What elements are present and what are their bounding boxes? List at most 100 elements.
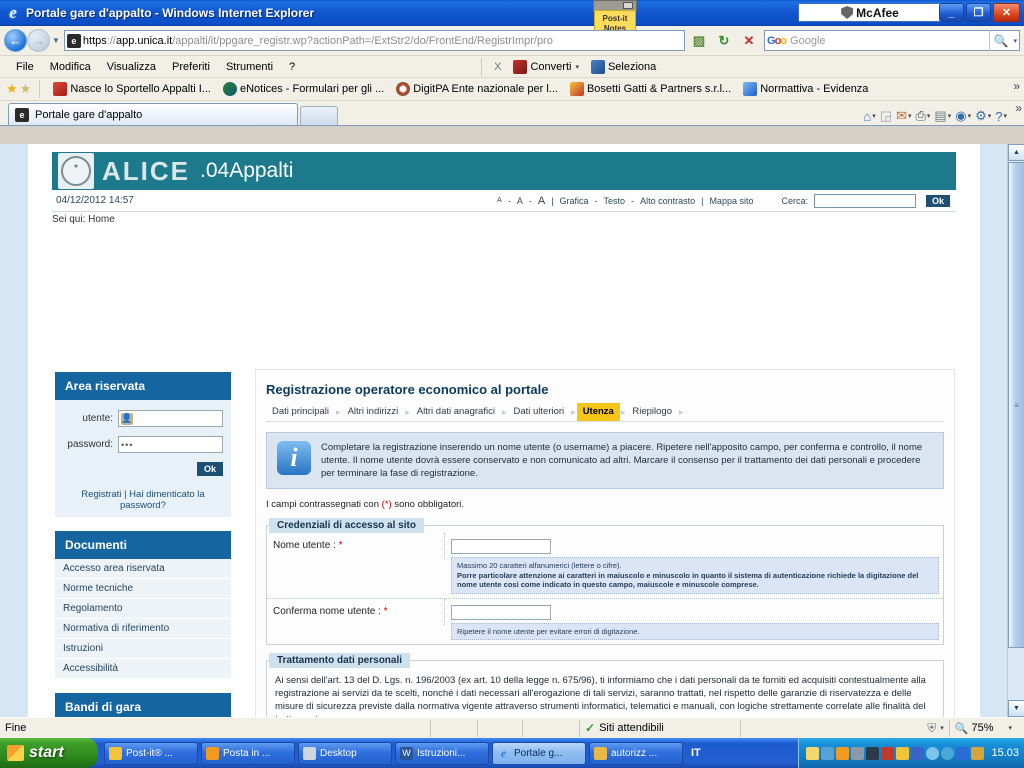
scroll-up-button[interactable]: ▲: [1008, 144, 1024, 161]
mcafee-toolbar[interactable]: McAfee: [798, 3, 942, 22]
search-box[interactable]: Goo Google 🔍 ▾: [764, 30, 1020, 51]
network-icon[interactable]: [821, 746, 835, 760]
usb-icon[interactable]: [851, 746, 865, 760]
chevron-down-icon[interactable]: ▾: [1008, 724, 1012, 732]
taskbar-item-portale[interactable]: e Portale g...: [492, 741, 586, 765]
safety-icon[interactable]: ◉ ▾: [954, 108, 972, 124]
taskbar-clock[interactable]: 15.03: [991, 747, 1019, 759]
link-grafica[interactable]: Grafica: [560, 196, 589, 206]
menu-item-help[interactable]: ?: [281, 61, 303, 73]
shield-icon[interactable]: [881, 746, 895, 760]
sidebar-item-regolamento[interactable]: Regolamento: [55, 599, 231, 619]
menu-item-file[interactable]: File: [8, 61, 42, 73]
sidebar-item-accesso-area-riservata[interactable]: Accesso area riservata: [55, 559, 231, 579]
favorite-item-4[interactable]: Normattiva - Evidenza: [738, 82, 873, 96]
orange-icon[interactable]: [836, 746, 850, 760]
taskbar-item-posta[interactable]: Posta in ...: [201, 741, 295, 765]
tab-dati-ulteriori[interactable]: Dati ulteriori: [507, 403, 570, 421]
chevron-down-icon[interactable]: ▾: [908, 112, 912, 120]
start-button[interactable]: start: [0, 738, 98, 768]
sync-icon[interactable]: [941, 746, 955, 760]
menu-item-visualizza[interactable]: Visualizza: [99, 61, 164, 73]
recent-pages-dropdown[interactable]: ▼: [52, 36, 60, 45]
vertical-scrollbar[interactable]: ▲ ≡ ▼: [1007, 144, 1024, 717]
username-input[interactable]: [451, 539, 551, 554]
confirm-username-input[interactable]: [451, 604, 551, 620]
browser-tab-active[interactable]: e Portale gare d'appalto: [8, 103, 298, 125]
close-button[interactable]: ✕: [993, 3, 1020, 22]
clock-icon[interactable]: [926, 746, 940, 760]
font-size-medium[interactable]: A: [517, 196, 523, 206]
taskbar-item-autorizz[interactable]: autorizz ...: [589, 741, 683, 765]
link-mappa-sito[interactable]: Mappa sito: [709, 196, 753, 206]
link-testo[interactable]: Testo: [604, 196, 626, 206]
read-mail-icon[interactable]: ✉ ▾: [895, 108, 912, 124]
scrollbar-thumb[interactable]: ≡: [1008, 162, 1024, 648]
chevron-down-icon[interactable]: ▾: [968, 112, 972, 120]
sidebar-item-istruzioni[interactable]: Istruzioni: [55, 639, 231, 659]
search-input[interactable]: Google: [790, 35, 825, 47]
chevron-down-icon[interactable]: ▾: [940, 724, 944, 732]
printer-icon[interactable]: [971, 746, 985, 760]
language-indicator[interactable]: IT: [691, 747, 701, 759]
favorites-overflow-icon[interactable]: »: [1013, 79, 1020, 93]
favorite-item-0[interactable]: Nasce lo Sportello Appalti I...: [48, 82, 216, 96]
sidebar-item-accessibilita[interactable]: Accessibilità: [55, 659, 231, 679]
tab-dati-principali[interactable]: Dati principali: [266, 403, 335, 421]
tab-utenza[interactable]: Utenza: [576, 403, 620, 421]
close-toolbar-icon[interactable]: X: [488, 61, 507, 73]
cerca-input[interactable]: [813, 193, 916, 208]
seleziona-button[interactable]: Seleziona: [585, 59, 662, 74]
security-zone[interactable]: ✓ Siti attendibili: [580, 718, 740, 739]
home-icon[interactable]: ⌂ ▾: [862, 109, 876, 124]
forward-button[interactable]: →: [27, 29, 50, 52]
chevron-down-icon[interactable]: ▾: [948, 112, 952, 120]
tools-icon[interactable]: ⚙ ▾: [974, 108, 992, 124]
register-link[interactable]: Registrati: [81, 489, 121, 500]
link-alto-contrasto[interactable]: Alto contrasto: [640, 196, 695, 206]
search-submit-button[interactable]: 🔍: [989, 30, 1011, 51]
taskbar-item-istruzioni[interactable]: W Istruzioni...: [395, 741, 489, 765]
address-bar[interactable]: e https://app.unica.it/appalti/it/ppgare…: [63, 30, 685, 51]
back-button[interactable]: ←: [4, 29, 27, 52]
tab-altri-indirizzi[interactable]: Altri indirizzi: [342, 403, 405, 421]
sidebar-item-normativa-riferimento[interactable]: Normativa di riferimento: [55, 619, 231, 639]
toolbar-overflow-icon[interactable]: »: [1015, 101, 1022, 115]
menu-item-modifica[interactable]: Modifica: [42, 61, 99, 73]
font-size-small[interactable]: A: [497, 197, 502, 204]
chevron-down-icon[interactable]: ▾: [927, 112, 931, 120]
converti-button[interactable]: Converti ▾: [507, 59, 584, 74]
print-icon[interactable]: ⎙ ▾: [914, 108, 931, 124]
font-size-large[interactable]: A: [538, 195, 545, 207]
login-password-input[interactable]: •••: [118, 436, 223, 453]
feeds-icon[interactable]: ◲: [879, 108, 893, 124]
chevron-down-icon[interactable]: ▾: [872, 112, 876, 120]
note-icon[interactable]: [896, 746, 910, 760]
menu-item-preferiti[interactable]: Preferiti: [164, 61, 218, 73]
forgot-password-link[interactable]: Hai dimenticato la password?: [120, 489, 205, 511]
login-user-input[interactable]: 👤: [118, 410, 223, 427]
sidebar-item-norme-tecniche[interactable]: Norme tecniche: [55, 579, 231, 599]
chevron-down-icon[interactable]: ▾: [988, 112, 992, 120]
new-tab-button[interactable]: [300, 106, 338, 125]
chevron-down-icon[interactable]: ▾: [575, 63, 579, 71]
protected-mode[interactable]: ⛨ ▾: [922, 718, 949, 739]
page-icon[interactable]: ▤ ▾: [933, 108, 952, 124]
mail-icon[interactable]: [806, 746, 820, 760]
scroll-down-button[interactable]: ▼: [1008, 700, 1024, 717]
search-provider-caret[interactable]: ▾: [1011, 37, 1017, 45]
cerca-ok-button[interactable]: Ok: [925, 194, 950, 207]
favorite-item-3[interactable]: Bosetti Gatti & Partners s.r.l...: [565, 82, 736, 96]
postit-minimize-icon[interactable]: [623, 2, 633, 9]
minimize-button[interactable]: _: [939, 3, 964, 22]
music-icon[interactable]: [911, 746, 925, 760]
maximize-button[interactable]: ❐: [966, 3, 991, 22]
media-icon[interactable]: [956, 746, 970, 760]
headset-icon[interactable]: [866, 746, 880, 760]
help-icon[interactable]: ? ▾: [994, 109, 1008, 124]
login-ok-button[interactable]: Ok: [196, 462, 223, 476]
stop-icon[interactable]: ✕: [738, 30, 760, 52]
tab-altri-dati-anagrafici[interactable]: Altri dati anagrafici: [411, 403, 501, 421]
chevron-down-icon[interactable]: ▾: [1003, 112, 1007, 120]
zoom-control[interactable]: 🔍 75% ▾: [950, 718, 1024, 739]
